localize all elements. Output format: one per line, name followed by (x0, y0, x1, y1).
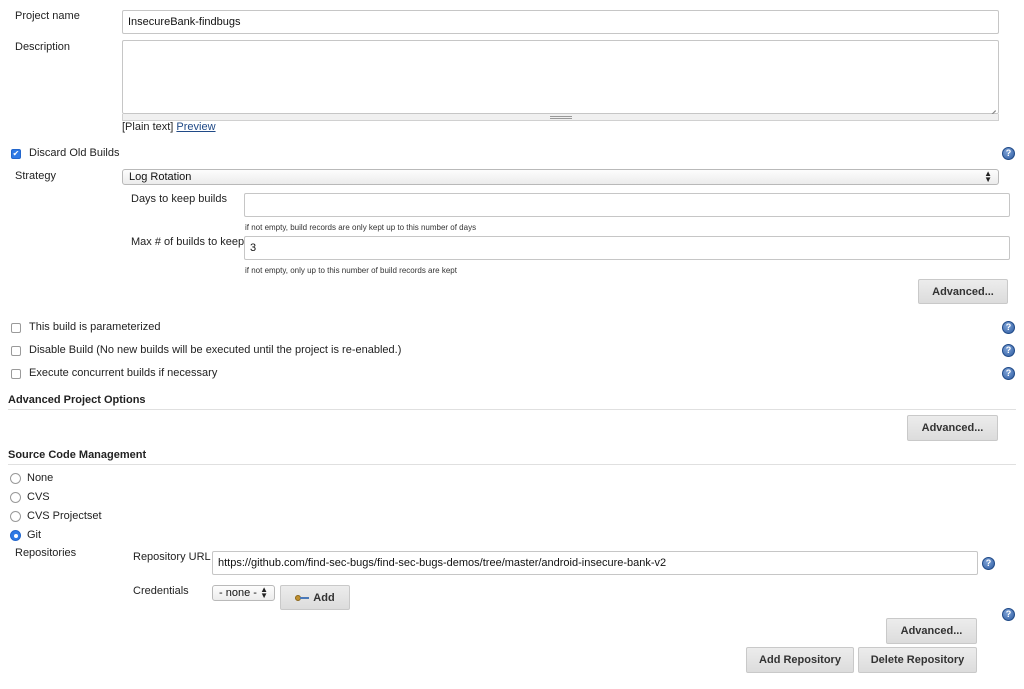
scm-none-radio[interactable] (10, 473, 21, 484)
strategy-label: Strategy (15, 170, 56, 182)
scm-git-radio[interactable] (10, 530, 21, 541)
description-label: Description (15, 41, 71, 53)
add-button-label: Add (313, 591, 335, 604)
checkmark-icon: ✔ (12, 149, 20, 158)
scm-cvs-radio[interactable] (10, 492, 21, 503)
description-textarea[interactable] (122, 40, 999, 114)
drag-handle-icon (549, 116, 572, 119)
scm-title: Source Code Management (8, 449, 147, 461)
help-icon[interactable]: ? (1002, 147, 1015, 160)
help-icon[interactable]: ? (1002, 367, 1015, 380)
credentials-select[interactable]: - none - ▲ ▼ (212, 585, 275, 601)
disable-build-label: Disable Build (No new builds will be exe… (29, 344, 402, 356)
help-icon[interactable]: ? (1002, 344, 1015, 357)
max-builds-label: Max # of builds to keep (131, 236, 245, 248)
scm-cvs-projectset-radio[interactable] (10, 511, 21, 522)
help-icon[interactable]: ? (1002, 321, 1015, 334)
repositories-label: Repositories (15, 547, 77, 559)
scm-git-label: Git (27, 529, 42, 541)
max-builds-input[interactable]: 3 (244, 236, 1010, 260)
section-divider (8, 409, 1016, 410)
credentials-value: - none - (219, 587, 257, 599)
help-icon[interactable]: ? (1002, 608, 1015, 621)
parameterized-label: This build is parameterized (29, 321, 161, 333)
credentials-label: Credentials (133, 585, 189, 597)
repository-url-input[interactable]: https://github.com/find-sec-bugs/find-se… (212, 551, 978, 575)
repo-advanced-button[interactable]: Advanced... (886, 618, 977, 644)
advanced-project-options-title: Advanced Project Options (8, 394, 146, 406)
max-builds-hint: if not empty, only up to this number of … (245, 266, 457, 275)
discard-advanced-button[interactable]: Advanced... (918, 279, 1008, 304)
scm-cvs-projectset-label: CVS Projectset (27, 510, 102, 522)
strategy-value: Log Rotation (129, 171, 192, 183)
resize-grip-icon[interactable] (988, 103, 996, 111)
scm-none-label: None (27, 472, 54, 484)
parameterized-checkbox[interactable] (11, 323, 21, 333)
section-divider (8, 464, 1016, 465)
preview-link[interactable]: Preview (176, 121, 215, 133)
discard-old-builds-label: Discard Old Builds (29, 147, 120, 159)
scm-cvs-label: CVS (27, 491, 50, 503)
project-name-label: Project name (15, 10, 80, 22)
days-to-keep-input[interactable] (244, 193, 1010, 217)
delete-repository-button[interactable]: Delete Repository (858, 647, 977, 673)
disable-build-checkbox[interactable] (11, 346, 21, 356)
concurrent-builds-label: Execute concurrent builds if necessary (29, 367, 218, 379)
strategy-select[interactable]: Log Rotation ▲ ▼ (122, 169, 999, 185)
select-arrows-icon: ▲ ▼ (260, 585, 268, 600)
project-advanced-button[interactable]: Advanced... (907, 415, 998, 441)
help-icon[interactable]: ? (982, 557, 995, 570)
key-icon (295, 594, 310, 602)
add-credentials-button[interactable]: Add (280, 585, 350, 610)
days-to-keep-hint: if not empty, build records are only kep… (245, 223, 477, 232)
select-arrows-icon: ▲ ▼ (984, 169, 992, 184)
days-to-keep-label: Days to keep builds (131, 193, 227, 205)
project-name-input[interactable]: InsecureBank-findbugs (122, 10, 999, 34)
format-row: [Plain text] Preview (122, 121, 216, 133)
concurrent-builds-checkbox[interactable] (11, 369, 21, 379)
format-text: [Plain text] (122, 121, 174, 133)
discard-old-builds-checkbox[interactable]: ✔ (11, 149, 21, 159)
description-resize-bar[interactable] (122, 114, 999, 121)
repository-url-label: Repository URL (133, 551, 211, 563)
add-repository-button[interactable]: Add Repository (746, 647, 854, 673)
